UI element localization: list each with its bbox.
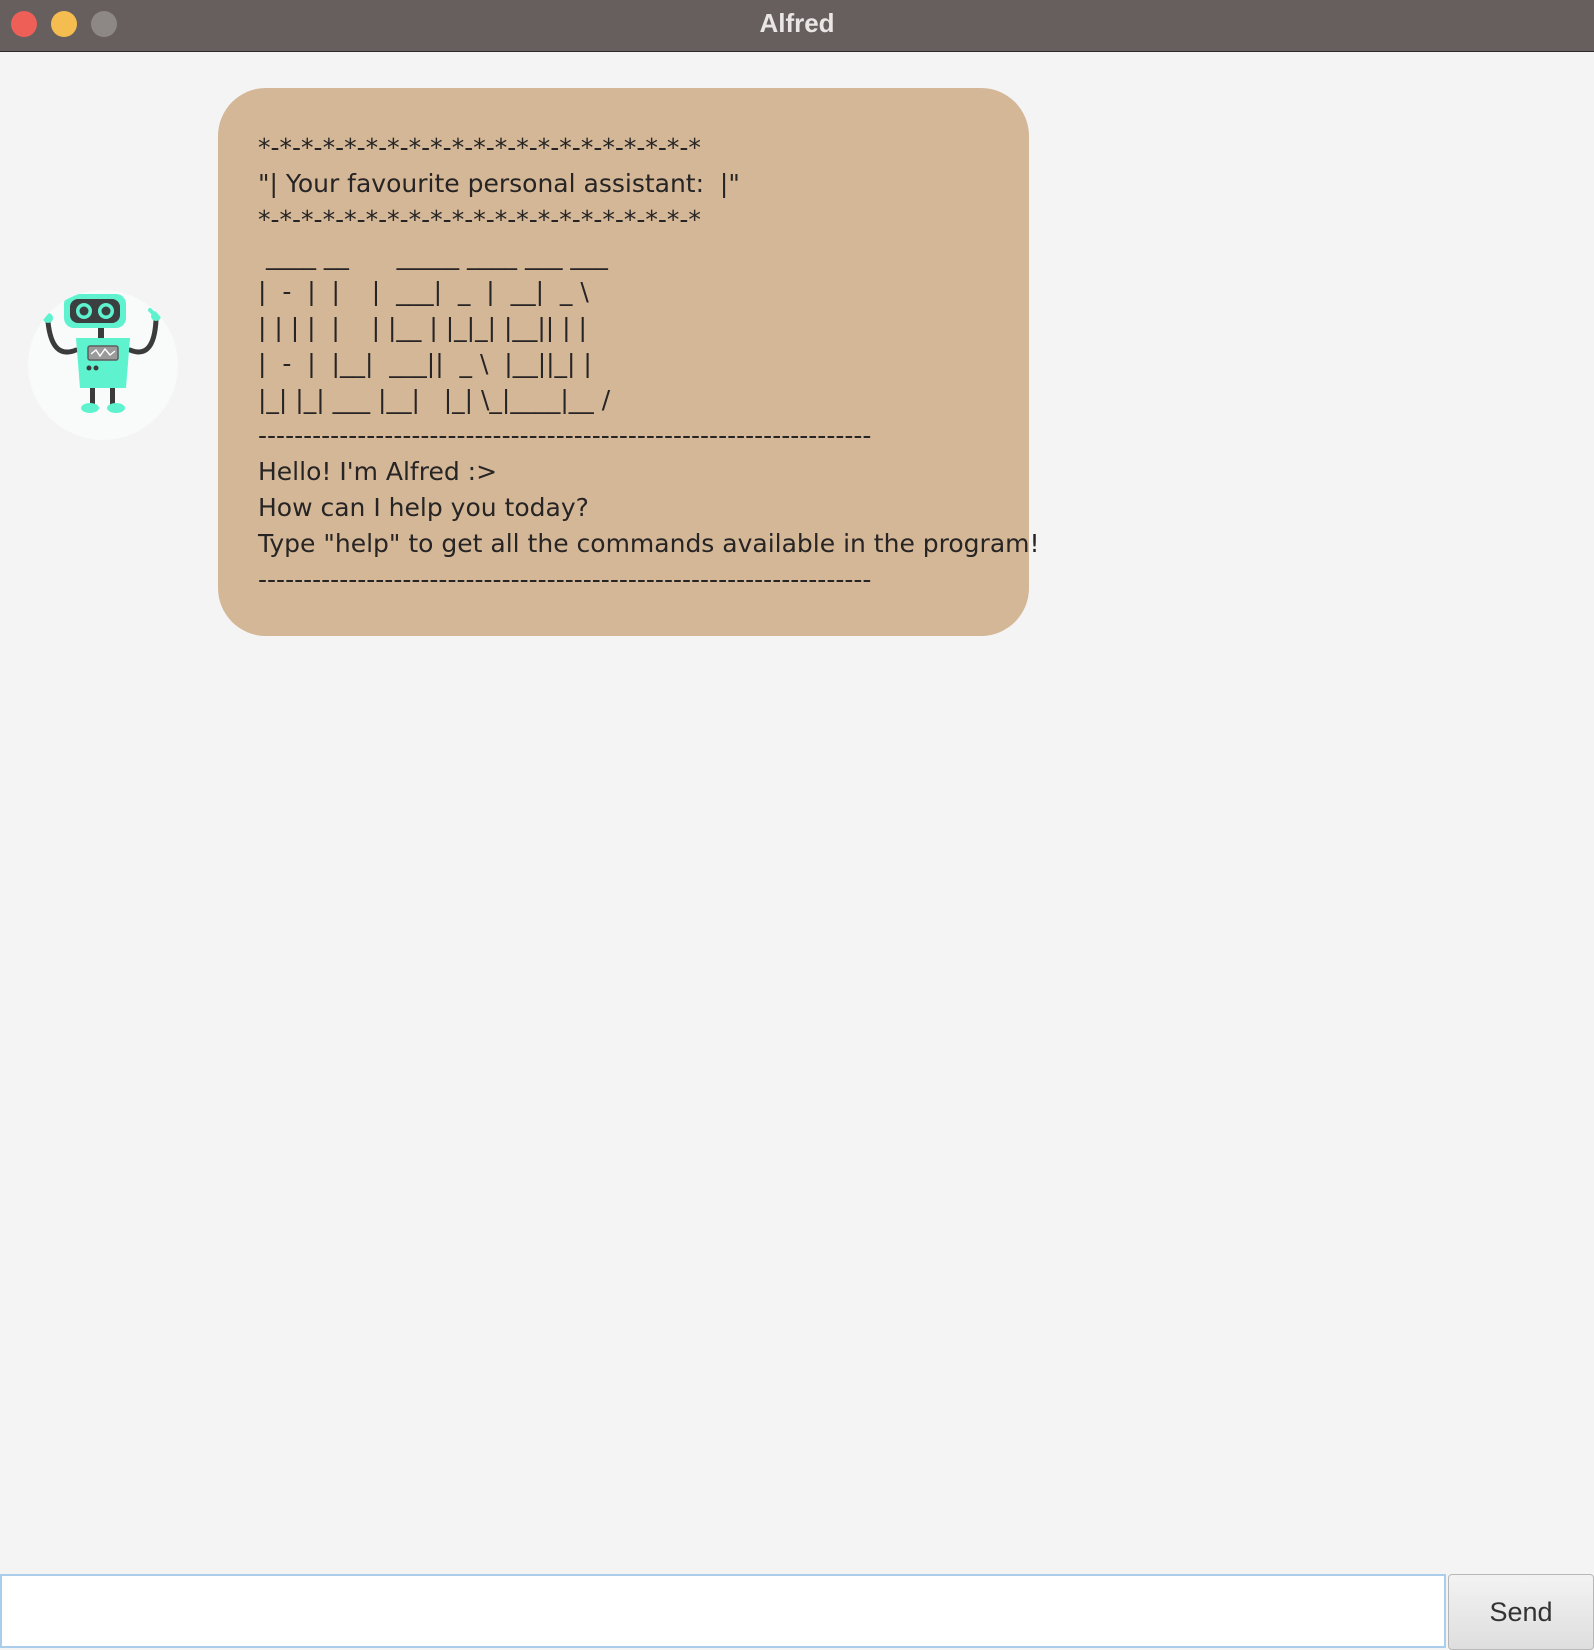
bot-avatar bbox=[28, 290, 178, 440]
dialog-container[interactable]: *-*-*-*-*-*-*-*-*-*-*-*-*-*-*-*-*-*-*-*-… bbox=[0, 52, 1594, 1574]
message-input[interactable] bbox=[0, 1574, 1446, 1648]
robot-icon bbox=[43, 294, 164, 413]
bot-dialog-bubble: *-*-*-*-*-*-*-*-*-*-*-*-*-*-*-*-*-*-*-*-… bbox=[218, 88, 1040, 636]
input-bar: Send bbox=[0, 1574, 1594, 1650]
bot-message-text: *-*-*-*-*-*-*-*-*-*-*-*-*-*-*-*-*-*-*-*-… bbox=[258, 133, 1040, 594]
window-title: Alfred bbox=[759, 8, 835, 38]
send-button[interactable]: Send bbox=[1448, 1574, 1594, 1650]
title-bar: Alfred bbox=[0, 0, 1594, 52]
app-window: Alfred *-*-*-*-*-*-*-*-*-*-*-*-*-*-*-*-*… bbox=[0, 0, 1594, 1650]
